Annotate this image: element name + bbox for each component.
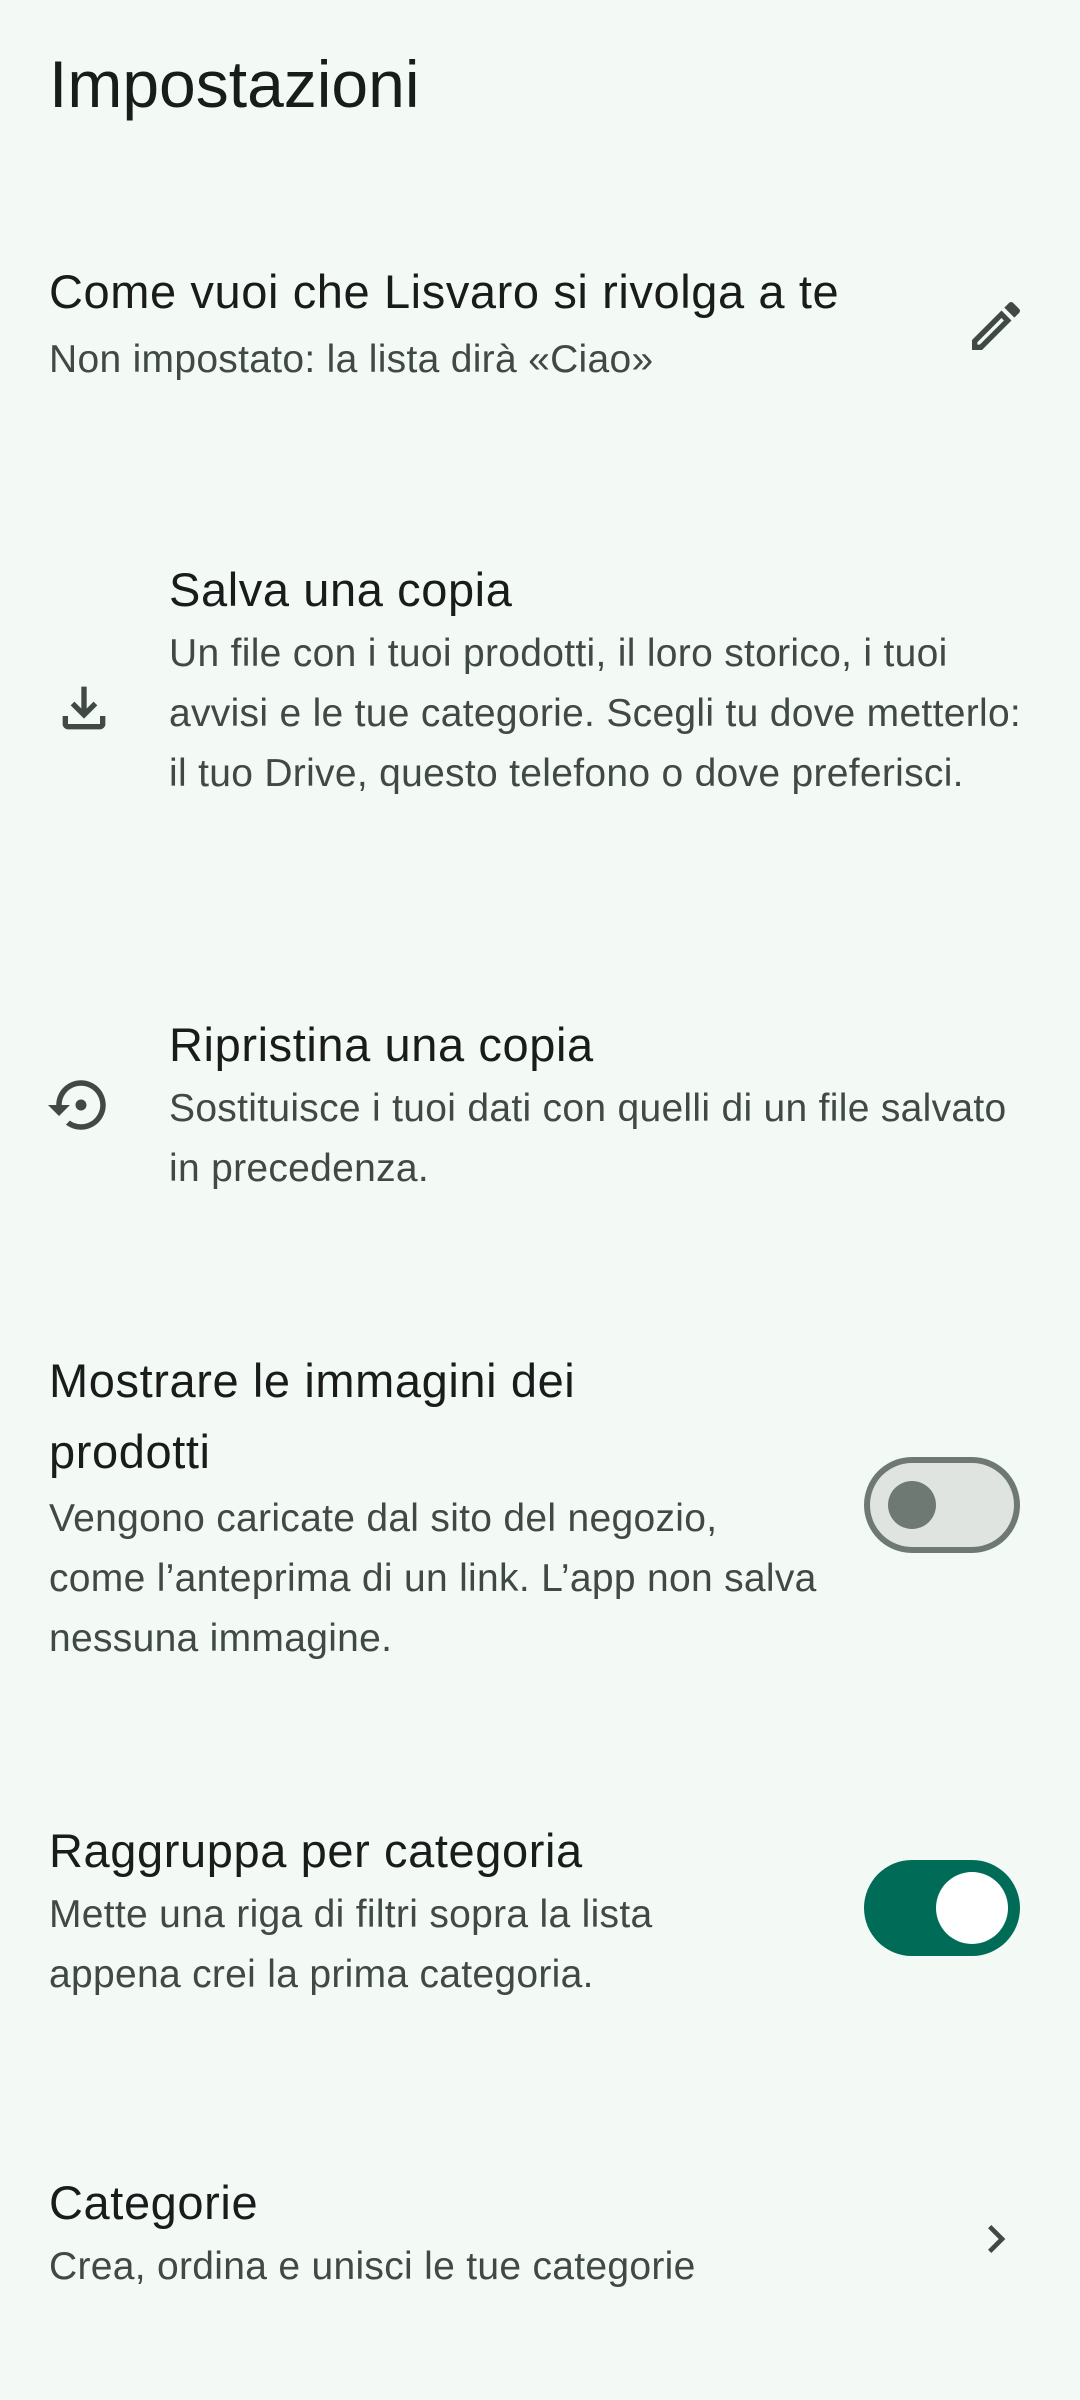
setting-greeting-title: Come vuoi che Lisvaro si rivolga a te	[49, 265, 840, 318]
setting-greeting-name[interactable]: Come vuoi che Lisvaro si rivolga a te No…	[0, 250, 1080, 410]
setting-restore-copy-title: Ripristina una copia	[169, 1018, 594, 1071]
setting-restore-copy-subtitle: Sostituisce i tuoi dati con quelli di un…	[169, 1087, 1007, 1190]
page-title: Impostazioni	[49, 47, 420, 121]
product-images-toggle[interactable]	[864, 1457, 1020, 1553]
setting-greeting-subtitle: Non impostato: la lista dirà «Ciao»	[49, 338, 654, 381]
setting-product-images[interactable]: Mostrare le immagini dei prodotti Vengon…	[0, 1345, 1080, 1675]
group-by-category-toggle[interactable]	[864, 1860, 1020, 1956]
setting-restore-copy[interactable]: Ripristina una copia Sostituisce i tuoi …	[0, 1005, 1080, 1215]
toggle-thumb	[888, 1481, 936, 1529]
setting-product-images-title-line1: Mostrare le immagini dei	[49, 1354, 576, 1407]
setting-categories-subtitle: Crea, ordina e unisci le tue categorie	[49, 2245, 696, 2288]
setting-product-images-subtitle: Vengono caricate dal sito del negozio, c…	[49, 1497, 817, 1660]
download-icon	[52, 676, 116, 740]
setting-save-copy-title: Salva una copia	[169, 563, 513, 616]
restore-history-icon	[48, 1072, 114, 1138]
setting-categories[interactable]: Categorie Crea, ordina e unisci le tue c…	[0, 2167, 1080, 2307]
setting-save-copy-subtitle: Un file con i tuoi prodotti, il loro sto…	[169, 632, 1022, 795]
chevron-right-icon	[968, 2211, 1024, 2267]
edit-pencil-icon[interactable]	[964, 294, 1028, 358]
setting-group-by-category[interactable]: Raggruppa per categoria Mette una riga d…	[0, 1815, 1080, 2015]
setting-product-images-title-line2: prodotti	[49, 1425, 211, 1478]
setting-group-by-category-title: Raggruppa per categoria	[49, 1824, 583, 1877]
setting-categories-title: Categorie	[49, 2176, 259, 2229]
toggle-thumb	[936, 1872, 1008, 1944]
setting-group-by-category-subtitle: Mette una riga di filtri sopra la lista …	[49, 1893, 653, 1996]
setting-save-copy[interactable]: Salva una copia Un file con i tuoi prodo…	[0, 550, 1080, 870]
